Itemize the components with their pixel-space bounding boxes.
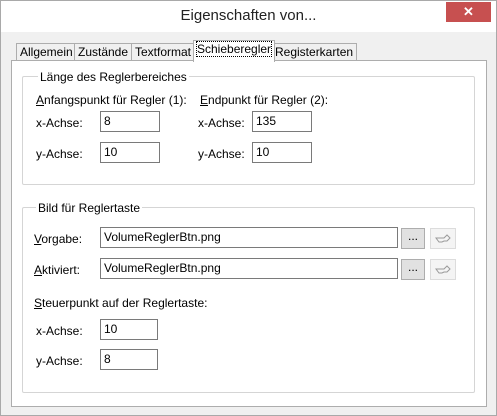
default-image-input[interactable]: VolumeReglerBtn.png <box>100 227 398 248</box>
control-point-label-rest: teuerpunkt auf der Reglertaste: <box>42 296 208 310</box>
range-group-title: Länge des Reglerbereiches <box>38 70 189 84</box>
tab-allgemein[interactable]: Allgemein <box>16 43 77 61</box>
default-image-label-rest: orgabe: <box>41 232 83 246</box>
activated-image-input[interactable]: VolumeReglerBtn.png <box>100 258 398 279</box>
end-x-label: x-Achse: <box>198 116 245 130</box>
start-x-input[interactable]: 8 <box>100 111 160 132</box>
tab-label: Schieberegler <box>195 41 273 57</box>
close-button[interactable]: ✕ <box>446 2 491 22</box>
tab-label: Zustände <box>78 45 129 59</box>
activated-image-label: Aktiviert: <box>34 263 80 277</box>
tab-registerkarten[interactable]: Registerkarten <box>271 43 358 61</box>
control-point-mnemonic: S <box>34 296 43 310</box>
activated-image-mnemonic: A <box>34 263 43 277</box>
end-point-label: Endpunkt für Regler (2): <box>200 93 328 107</box>
image-group-title: Bild für Reglertaste <box>36 201 143 215</box>
pointer-hand-icon <box>435 265 451 274</box>
activated-browse-button[interactable]: ... <box>401 259 425 280</box>
activated-pick-button[interactable] <box>430 259 456 280</box>
tab-zustaende[interactable]: Zustände <box>74 43 133 61</box>
end-x-input[interactable]: 135 <box>252 111 312 132</box>
window-title: Eigenschaften von... <box>180 7 317 24</box>
properties-dialog: Eigenschaften von... ✕ Allgemein Zuständ… <box>0 0 497 416</box>
pointer-hand-icon <box>435 234 451 243</box>
end-point-mnemonic: E <box>200 93 209 107</box>
default-image-label: Vorgabe: <box>34 232 82 246</box>
tab-textformat[interactable]: Textformat <box>131 43 196 61</box>
control-y-label: y-Achse: <box>36 354 83 368</box>
tab-panel-schieberegler: Länge des Reglerbereiches Anfangspunkt f… <box>11 60 487 407</box>
start-y-input[interactable]: 10 <box>100 142 160 163</box>
start-point-label-rest: nfangspunkt für Regler (1): <box>44 93 187 107</box>
tab-label: Textformat <box>135 45 192 59</box>
start-point-mnemonic: A <box>36 93 45 107</box>
control-x-label: x-Achse: <box>36 324 83 338</box>
title-bar[interactable]: Eigenschaften von... ✕ <box>1 1 496 32</box>
tab-schieberegler[interactable]: Schieberegler <box>193 40 276 62</box>
start-x-label: x-Achse: <box>36 116 83 130</box>
default-browse-button[interactable]: ... <box>401 228 425 249</box>
start-y-label: y-Achse: <box>36 147 83 161</box>
control-x-input[interactable]: 10 <box>100 319 158 340</box>
control-y-input[interactable]: 8 <box>100 349 158 370</box>
end-point-label-rest: ndpunkt für Regler (2): <box>208 93 329 107</box>
end-y-label: y-Achse: <box>198 147 245 161</box>
tab-label: Allgemein <box>20 45 73 59</box>
activated-image-label-rest: ktiviert: <box>42 263 81 277</box>
end-y-input[interactable]: 10 <box>252 142 312 163</box>
close-icon: ✕ <box>463 4 474 19</box>
default-pick-button[interactable] <box>430 228 456 249</box>
start-point-label: Anfangspunkt für Regler (1): <box>36 93 187 107</box>
tab-label: Registerkarten <box>275 45 354 59</box>
control-point-label: Steuerpunkt auf der Reglertaste: <box>34 296 207 310</box>
